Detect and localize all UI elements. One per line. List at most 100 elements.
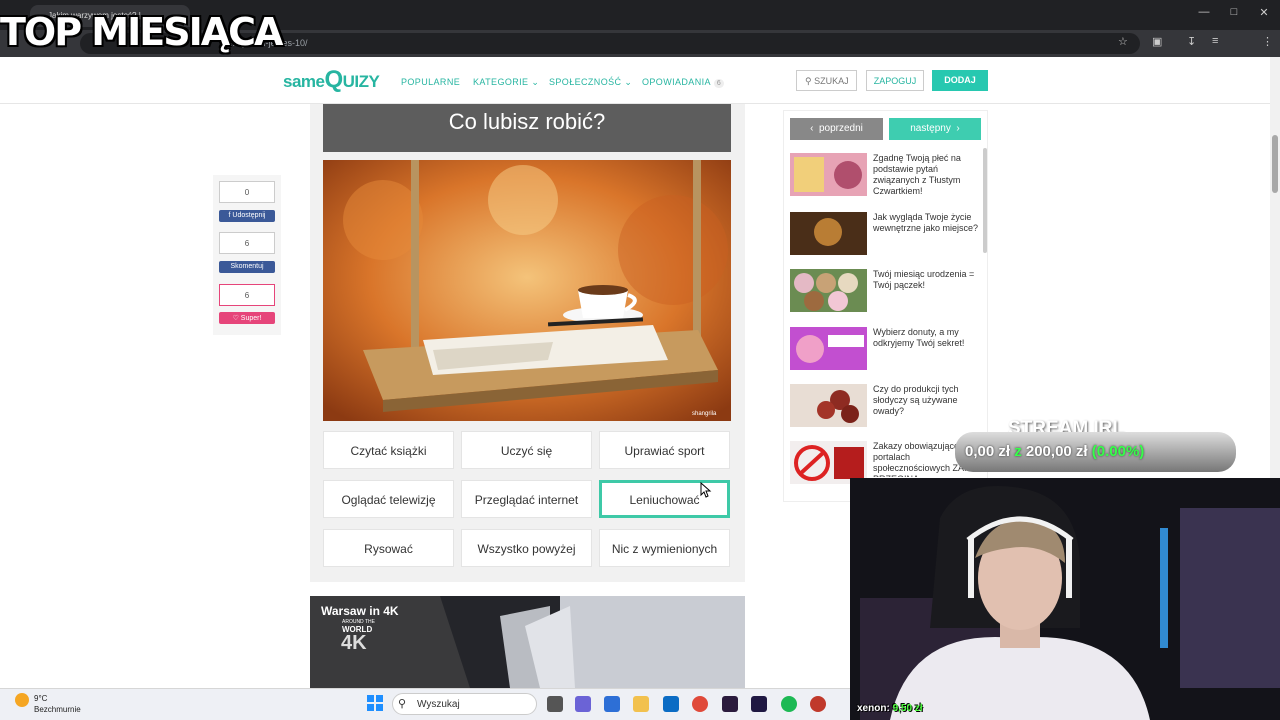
spotify-icon[interactable] xyxy=(781,696,797,712)
outlook-icon[interactable] xyxy=(663,696,679,712)
maximize-icon[interactable]: □ xyxy=(1224,6,1244,18)
top-month-overlay: TOP MIESIĄCA xyxy=(0,10,283,54)
swing-book-image xyxy=(323,160,731,421)
image-credit: shangrila xyxy=(692,411,717,417)
share-button[interactable]: f Udostępnij xyxy=(219,210,275,222)
nav-stories[interactable]: OPOWIADANIA 6 xyxy=(642,77,725,88)
quiz-thumb-graphic xyxy=(790,384,867,427)
answer-option[interactable]: Uprawiać sport xyxy=(599,431,730,469)
answer-option[interactable]: Nic z wymienionych xyxy=(599,529,730,567)
video-badge-4k: 4K xyxy=(341,632,367,654)
page-scrollbar-thumb[interactable] xyxy=(1272,135,1278,193)
search-icon: ⚲ xyxy=(805,76,812,86)
goal-separator: z xyxy=(1014,443,1022,460)
stories-badge: 6 xyxy=(713,79,725,88)
goal-target: 200,00 zł xyxy=(1025,443,1088,460)
quiz-thumbnail[interactable] xyxy=(790,327,867,370)
answer-option[interactable]: Rysować xyxy=(323,529,454,567)
share-count: 0 xyxy=(219,181,275,203)
quiz-thumb-graphic xyxy=(790,212,867,255)
webcam-overlay xyxy=(850,478,1280,720)
nav-community-label: SPOŁECZNOŚĆ xyxy=(549,77,622,87)
windows-start-icon[interactable] xyxy=(367,695,383,716)
quiz-thumbnail[interactable] xyxy=(790,269,867,312)
screen: Jakim warzywem jesteś? | ... — □ ✕ ...zy… xyxy=(0,0,1280,720)
close-icon[interactable]: ✕ xyxy=(1254,6,1274,19)
chevron-right-icon: › xyxy=(956,123,960,134)
previous-button[interactable]: ‹ poprzedni xyxy=(790,118,883,140)
site-header: sameQUIZY POPULARNE KATEGORIE ⌄ SPOŁECZN… xyxy=(0,57,1270,104)
answer-option[interactable]: Przeglądać internet xyxy=(461,480,592,518)
quiz-link[interactable]: Jak wygląda Twoje życie wewnętrzne jako … xyxy=(873,212,981,234)
weather-icon[interactable] xyxy=(15,693,29,707)
playlist-icon[interactable]: ≡ xyxy=(1212,35,1218,47)
chevron-down-icon: ⌄ xyxy=(531,77,540,87)
question-title: Co lubisz robić? xyxy=(323,104,731,152)
menu-icon[interactable]: ⋮ xyxy=(1262,35,1273,48)
extensions-icon[interactable]: ▣ xyxy=(1152,35,1162,48)
quiz-thumbnail[interactable] xyxy=(790,384,867,427)
sidebar-scrollbar[interactable] xyxy=(983,148,987,253)
next-label: następny xyxy=(910,123,951,134)
weather-temperature: 9°C xyxy=(34,694,48,703)
nav-categories[interactable]: KATEGORIE ⌄ xyxy=(473,77,539,88)
next-button[interactable]: następny › xyxy=(889,118,981,140)
donation-user: xenon: xyxy=(857,703,890,714)
search-button[interactable]: ⚲ SZUKAJ xyxy=(796,70,857,91)
teams-icon[interactable] xyxy=(575,696,591,712)
minimize-icon[interactable]: — xyxy=(1194,6,1214,18)
premiere-icon[interactable] xyxy=(722,696,738,712)
prev-label: poprzedni xyxy=(818,123,863,134)
last-donation: xenon: 9,50 zł xyxy=(857,703,923,714)
chevron-down-icon: ⌄ xyxy=(624,77,633,87)
quiz-link[interactable]: Wybierz donuty, a my odkryjemy Twój sekr… xyxy=(873,327,981,349)
super-label: Super! xyxy=(240,315,262,322)
super-count: 6 xyxy=(219,284,275,306)
quiz-link[interactable]: Zgadnę Twoją płeć na podstawie pytań zwi… xyxy=(873,153,981,197)
goal-percent: (0.00%) xyxy=(1091,443,1145,460)
task-view-icon[interactable] xyxy=(547,696,563,712)
file-explorer-icon[interactable] xyxy=(633,696,649,712)
answer-option[interactable]: Czytać książki xyxy=(323,431,454,469)
chrome-icon[interactable] xyxy=(692,696,708,712)
login-button[interactable]: ZAPOGUJ xyxy=(866,70,924,91)
weather-description: Bezchmurnie xyxy=(34,705,81,714)
logo[interactable]: sameQUIZY xyxy=(283,66,380,94)
store-icon[interactable] xyxy=(604,696,620,712)
video-title: Warsaw in 4K xyxy=(321,604,399,618)
question-image xyxy=(323,160,731,421)
quiz-thumbnail[interactable] xyxy=(790,153,867,196)
quiz-thumb-graphic xyxy=(790,153,867,196)
super-button[interactable]: ♡ Super! xyxy=(219,312,275,324)
logo-q: Q xyxy=(324,66,343,93)
nav-community[interactable]: SPOŁECZNOŚĆ ⌄ xyxy=(549,77,632,88)
after-effects-icon[interactable] xyxy=(751,696,767,712)
comment-count: 6 xyxy=(219,232,275,254)
nav-popular[interactable]: POPULARNE xyxy=(401,77,460,87)
add-button[interactable]: DODAJ xyxy=(932,70,988,91)
quiz-link[interactable]: Czy do produkcji tych słodyczy są używan… xyxy=(873,384,981,417)
bookmark-star-icon[interactable]: ☆ xyxy=(1118,35,1128,48)
mouse-cursor-icon xyxy=(700,482,712,498)
comment-button[interactable]: Skomentuj xyxy=(219,261,275,273)
app-icon[interactable] xyxy=(810,696,826,712)
windows-logo-icon xyxy=(367,695,383,711)
download-icon[interactable]: ↧ xyxy=(1187,35,1196,48)
search-icon: ⚲ xyxy=(398,698,407,710)
quiz-thumb-graphic xyxy=(790,327,867,370)
quiz-thumb-graphic xyxy=(790,269,867,312)
taskbar-search-label: Wyszukaj xyxy=(417,699,460,710)
donation-amount: 9,50 zł xyxy=(892,703,923,714)
donation-goal-text: 0,00 zł z 200,00 zł (0.00%) xyxy=(965,443,1144,460)
streamer-webcam-image xyxy=(850,478,1280,720)
facebook-icon: f xyxy=(228,212,231,219)
answer-option[interactable]: Oglądać telewizję xyxy=(323,480,454,518)
answer-option[interactable]: Wszystko powyżej xyxy=(461,529,592,567)
quiz-thumbnail[interactable] xyxy=(790,212,867,255)
goal-current: 0,00 zł xyxy=(965,443,1011,460)
quiz-link[interactable]: Twój miesiąc urodzenia = Twój pączek! xyxy=(873,269,981,291)
answer-option[interactable]: Uczyć się xyxy=(461,431,592,469)
nav-stories-label: OPOWIADANIA xyxy=(642,77,711,87)
taskbar-search[interactable]: Wyszukaj xyxy=(392,693,537,715)
logo-uizy: UIZY xyxy=(342,72,380,91)
